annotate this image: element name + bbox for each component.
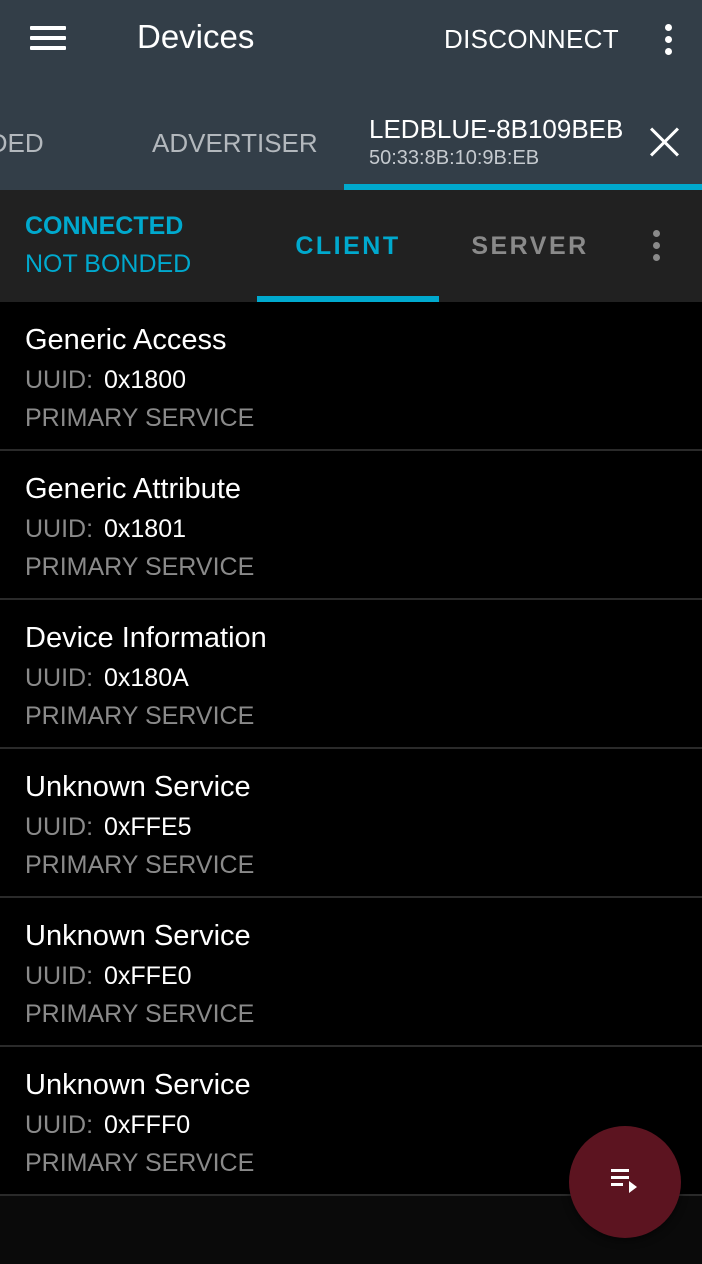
connection-state: CONNECTED [25,212,184,240]
service-name: Unknown Service [25,771,251,803]
uuid-value: 0xFFE0 [104,962,192,990]
tab-advertiser[interactable]: ADVERTISER [140,100,330,190]
log-fab-button[interactable] [569,1126,681,1238]
uuid-value: 0xFFE5 [104,813,192,841]
device-name: LEDBLUE-8B109BEB [369,114,624,144]
tab-bonded[interactable]: NDED [0,100,90,190]
service-type: PRIMARY SERVICE [25,1000,255,1028]
uuid-value: 0x1801 [104,515,187,543]
service-list: Generic Access UUID: 0x1800 PRIMARY SERV… [0,302,702,1196]
tab-label: ADVERTISER [152,128,318,158]
tab-label: SERVER [471,232,589,260]
device-mac-address: 50:33:8B:10:9B:EB [369,147,540,169]
uuid-value: 0xFFF0 [104,1111,191,1139]
service-name: Generic Access [25,324,227,356]
list-item[interactable]: Generic Access UUID: 0x1800 PRIMARY SERV… [0,302,702,451]
service-name: Device Information [25,622,267,654]
uuid-label: UUID: [25,813,94,841]
uuid-value: 0x1800 [104,366,187,394]
uuid-label: UUID: [25,515,94,543]
service-type: PRIMARY SERVICE [25,702,255,730]
uuid-value: 0x180A [104,664,189,692]
tab-server[interactable]: SERVER [439,190,621,302]
service-type: PRIMARY SERVICE [25,553,255,581]
close-icon[interactable] [648,126,680,158]
connection-bar: CONNECTED NOT BONDED CLIENT SERVER [0,190,702,302]
bond-state: NOT BONDED [25,250,192,278]
uuid-label: UUID: [25,366,94,394]
service-name: Unknown Service [25,920,251,952]
list-item[interactable]: Generic Attribute UUID: 0x1801 PRIMARY S… [0,451,702,600]
hamburger-menu-icon[interactable] [28,24,68,54]
list-item[interactable]: Unknown Service UUID: 0xFFE5 PRIMARY SER… [0,749,702,898]
service-type: PRIMARY SERVICE [25,1149,255,1177]
service-name: Unknown Service [25,1069,251,1101]
tab-label: CLIENT [295,232,401,260]
service-name: Generic Attribute [25,473,241,505]
page-title: Devices [137,18,255,55]
service-type: PRIMARY SERVICE [25,404,255,432]
uuid-label: UUID: [25,962,94,990]
disconnect-button[interactable]: DISCONNECT [444,24,619,55]
service-type: PRIMARY SERVICE [25,851,255,879]
uuid-label: UUID: [25,664,94,692]
uuid-label: UUID: [25,1111,94,1139]
tab-label: NDED [0,128,44,158]
app-bar: Devices DISCONNECT NDED ADVERTISER LEDBL… [0,0,702,190]
playlist-play-icon [611,1169,637,1193]
tab-client[interactable]: CLIENT [257,190,439,302]
list-item[interactable]: Device Information UUID: 0x180A PRIMARY … [0,600,702,749]
list-item[interactable]: Unknown Service UUID: 0xFFE0 PRIMARY SER… [0,898,702,1047]
more-vert-icon[interactable] [662,22,674,56]
more-vert-icon[interactable] [650,228,662,262]
